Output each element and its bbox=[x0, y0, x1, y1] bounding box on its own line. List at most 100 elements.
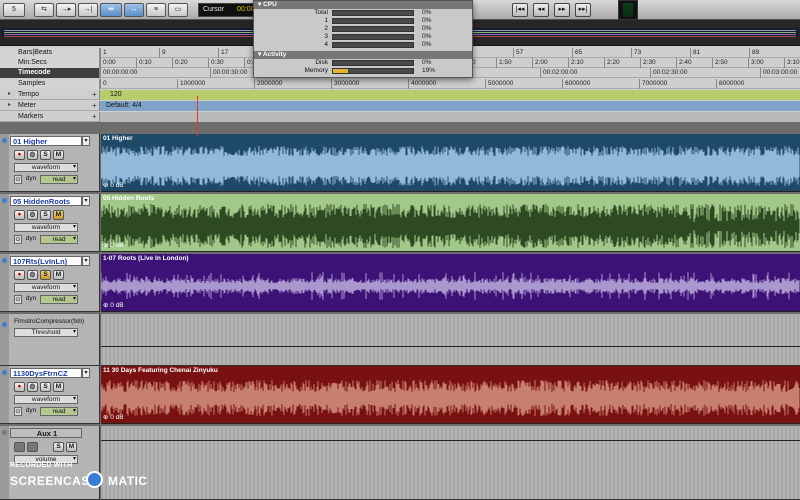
track-view-select[interactable]: waveform bbox=[14, 395, 78, 404]
volume-line[interactable] bbox=[101, 440, 800, 441]
cpu-header[interactable]: ▾ CPU bbox=[254, 1, 472, 9]
clip-name: 1-07 Roots (Live In London) bbox=[103, 255, 189, 262]
lane-header[interactable]: FlmstroCompressor(fxb) Threshold bbox=[0, 314, 100, 366]
activity-rows: Disk 0% Memory 19% bbox=[254, 59, 472, 75]
aux-volume-lane[interactable] bbox=[101, 426, 800, 500]
rewind-to-start-button[interactable]: |◂◂ bbox=[512, 3, 528, 17]
track-side-strip bbox=[0, 134, 9, 191]
input-monitor-button[interactable]: ◎ bbox=[27, 150, 38, 160]
automation-mode-select[interactable]: read bbox=[40, 235, 78, 244]
link-icon[interactable]: ⊙ bbox=[14, 175, 22, 184]
mute-button[interactable]: M bbox=[53, 270, 64, 280]
track-select-icon[interactable] bbox=[2, 370, 7, 375]
input-monitor-button[interactable]: ◎ bbox=[27, 382, 38, 392]
track-name[interactable]: Aux 1 bbox=[10, 428, 82, 438]
link-icon[interactable]: ⊙ bbox=[14, 295, 22, 304]
track-dropdown-icon[interactable]: ▾ bbox=[82, 368, 90, 378]
shuffle-mode-button[interactable]: ⇆ bbox=[34, 3, 54, 17]
track-select-icon[interactable] bbox=[2, 258, 7, 263]
clip-gain-label[interactable]: ⊕ 0 dB bbox=[103, 181, 124, 189]
track-header[interactable]: 1130DysFtrnCZ ▾ ● ◎ S M waveform ⊙ dyn r… bbox=[0, 366, 100, 424]
dyn-label: dyn bbox=[25, 407, 37, 414]
input-monitor-disabled bbox=[27, 442, 38, 452]
add-marker-icon[interactable]: + bbox=[92, 112, 97, 121]
cursor-readout: Cursor 00:00 bbox=[198, 3, 256, 17]
add-meter-icon[interactable]: + bbox=[92, 101, 97, 110]
track-dropdown-icon[interactable]: ▾ bbox=[82, 196, 90, 206]
record-button[interactable]: ● bbox=[14, 382, 25, 392]
activity-header[interactable]: ▾ Activity bbox=[254, 51, 472, 59]
record-button[interactable]: ● bbox=[14, 270, 25, 280]
track-name[interactable]: 05 HiddenRoots bbox=[10, 196, 82, 206]
playhead-line[interactable] bbox=[197, 96, 198, 136]
slip-mode-button[interactable]: →▸ bbox=[56, 3, 76, 17]
track-name[interactable]: 01 Higher bbox=[10, 136, 82, 146]
ruler-tempo[interactable]: ▸ Tempo + 120 bbox=[0, 90, 800, 100]
track-view-select[interactable]: waveform bbox=[14, 163, 78, 172]
input-monitor-button[interactable]: ◎ bbox=[27, 210, 38, 220]
solo-button[interactable]: S bbox=[40, 270, 51, 280]
audio-clip[interactable]: 01 Higher ⊕ 0 dB bbox=[101, 134, 800, 192]
track-view-select[interactable]: waveform bbox=[14, 223, 78, 232]
solo-button[interactable]: S bbox=[40, 150, 51, 160]
ruler-tick: 00:02:30:00 bbox=[650, 68, 687, 78]
selector-tool-button[interactable]: ≡ bbox=[146, 3, 166, 17]
track-dropdown-icon[interactable]: ▾ bbox=[82, 256, 90, 266]
record-button[interactable]: ● bbox=[14, 210, 25, 220]
automation-line[interactable] bbox=[101, 346, 800, 347]
ruler-samples[interactable]: Samples 0 1000000 2000000 3000000 4000000 500… bbox=[0, 79, 800, 89]
trim-tool-button[interactable]: ↔ bbox=[124, 3, 144, 17]
ruler-meter[interactable]: ▸ Meter + Default: 4/4 bbox=[0, 101, 800, 111]
audio-clip[interactable]: 11 30 Days Featuring Chenai Zinyuku ⊕ 0 … bbox=[101, 366, 800, 424]
meter-value: Default: 4/4 bbox=[106, 102, 142, 109]
automation-mode-select[interactable]: read bbox=[40, 295, 78, 304]
record-button[interactable]: ● bbox=[14, 150, 25, 160]
automation-mode-select[interactable]: read bbox=[40, 175, 78, 184]
ruler-markers[interactable]: Markers + bbox=[0, 112, 800, 122]
track-name[interactable]: 107Rts(LvInLn) bbox=[10, 256, 82, 266]
link-icon[interactable]: ⊙ bbox=[14, 235, 22, 244]
solo-button[interactable]: S bbox=[40, 210, 51, 220]
track-view-select[interactable]: waveform bbox=[14, 283, 78, 292]
add-tempo-icon[interactable]: + bbox=[92, 90, 97, 99]
grid-mode-button[interactable]: ⇹ bbox=[100, 3, 122, 17]
clip-gain-label[interactable]: ⊕ 0 dB bbox=[103, 241, 124, 249]
mute-button[interactable]: M bbox=[53, 382, 64, 392]
automation-lane[interactable] bbox=[101, 314, 800, 366]
lane-select-icon[interactable] bbox=[2, 322, 7, 327]
audio-clip[interactable]: 1-07 Roots (Live In London) ⊕ 0 dB bbox=[101, 254, 800, 312]
mute-button[interactable]: M bbox=[66, 442, 77, 452]
track-header[interactable]: 107Rts(LvInLn) ▾ ● ◎ S M waveform ⊙ dyn … bbox=[0, 254, 100, 312]
grabber-tool-button[interactable]: ▭ bbox=[168, 3, 188, 17]
ruler-label: Bars|Beats bbox=[0, 48, 100, 58]
spot-mode-button[interactable]: →| bbox=[78, 3, 98, 17]
track-dropdown-icon[interactable]: ▾ bbox=[82, 136, 90, 146]
track-header[interactable]: 01 Higher ▾ ● ◎ S M waveform ⊙ dyn read bbox=[0, 134, 100, 192]
mute-button[interactable]: M bbox=[53, 150, 64, 160]
audio-clip[interactable]: 05 Hidden Roots ⊕ 0 dB bbox=[101, 194, 800, 252]
grid-counter[interactable]: 5 bbox=[3, 3, 25, 17]
rewind-button[interactable]: ◂◂ bbox=[533, 3, 549, 17]
watermark-right: MATIC bbox=[108, 474, 148, 488]
track-select-icon[interactable] bbox=[2, 138, 7, 143]
meter-lane[interactable]: Default: 4/4 bbox=[100, 101, 800, 111]
plugin-name: FlmstroCompressor(fxb) bbox=[14, 318, 85, 325]
markers-lane[interactable] bbox=[100, 112, 800, 122]
go-to-end-button[interactable]: ▸▸| bbox=[575, 3, 591, 17]
fast-forward-button[interactable]: ▸▸ bbox=[554, 3, 570, 17]
automation-mode-select[interactable]: read bbox=[40, 407, 78, 416]
track-name[interactable]: 1130DysFtrnCZ bbox=[10, 368, 82, 378]
solo-button[interactable]: S bbox=[53, 442, 64, 452]
track-select-icon[interactable] bbox=[2, 430, 7, 435]
solo-button[interactable]: S bbox=[40, 382, 51, 392]
track-select-icon[interactable] bbox=[2, 198, 7, 203]
mute-button[interactable]: M bbox=[53, 210, 64, 220]
input-monitor-button[interactable]: ◎ bbox=[27, 270, 38, 280]
usage-row: Disk 0% bbox=[254, 59, 472, 67]
clip-gain-label[interactable]: ⊕ 0 dB bbox=[103, 301, 124, 309]
link-icon[interactable]: ⊙ bbox=[14, 407, 22, 416]
tempo-lane[interactable]: 120 bbox=[100, 90, 800, 100]
automation-param-select[interactable]: Threshold bbox=[14, 328, 78, 337]
clip-gain-label[interactable]: ⊕ 0 dB bbox=[103, 413, 124, 421]
track-header[interactable]: 05 HiddenRoots ▾ ● ◎ S M waveform ⊙ dyn … bbox=[0, 194, 100, 252]
